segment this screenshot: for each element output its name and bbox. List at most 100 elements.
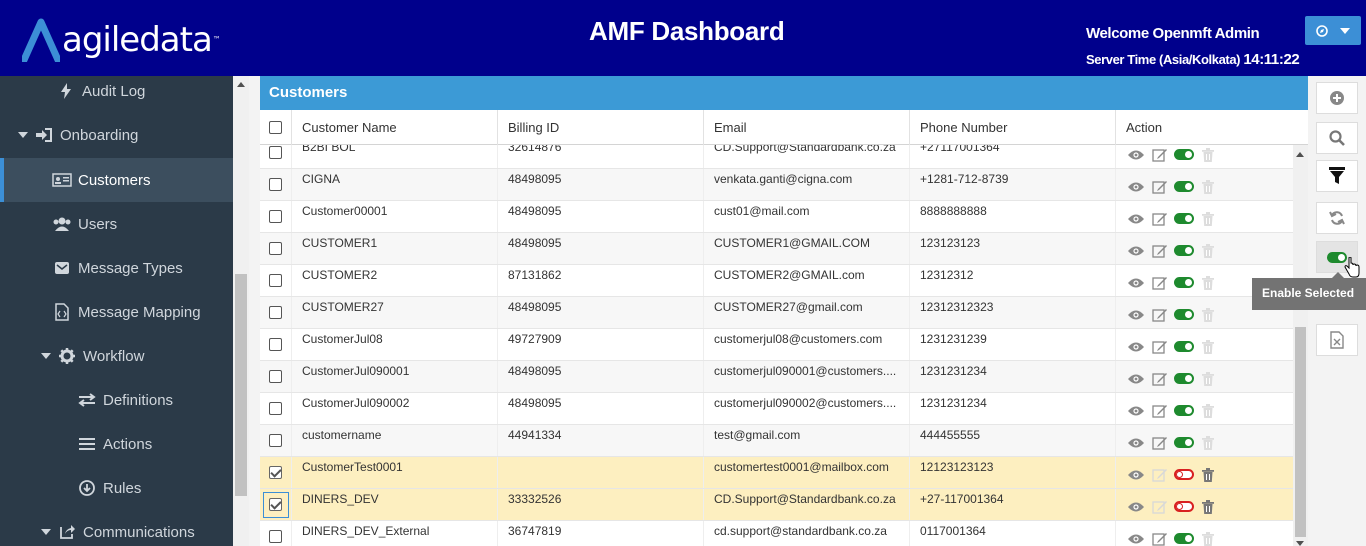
agiledata-logo[interactable]: agiledata™ <box>22 18 221 62</box>
delete-icon[interactable] <box>1198 210 1218 228</box>
column-header-phone-number[interactable]: Phone Number <box>910 110 1116 145</box>
view-icon[interactable] <box>1126 210 1146 228</box>
refresh-button[interactable] <box>1316 202 1358 234</box>
scroll-down-arrow-icon[interactable] <box>1296 541 1304 546</box>
view-icon[interactable] <box>1126 274 1146 292</box>
view-icon[interactable] <box>1126 338 1146 356</box>
view-icon[interactable] <box>1126 242 1146 260</box>
delete-icon[interactable] <box>1198 402 1218 420</box>
row-checkbox-wrapper[interactable] <box>263 172 289 198</box>
row-checkbox[interactable] <box>269 498 282 511</box>
row-checkbox[interactable] <box>269 178 282 191</box>
delete-icon[interactable] <box>1198 242 1218 260</box>
edit-icon[interactable] <box>1150 338 1170 356</box>
export-excel-button[interactable] <box>1316 324 1358 356</box>
row-checkbox[interactable] <box>269 466 282 479</box>
status-toggle-icon[interactable] <box>1174 402 1194 420</box>
table-row[interactable]: Customer00001 48498095 cust01@mail.com 8888… <box>260 201 1293 233</box>
edit-icon[interactable] <box>1150 210 1170 228</box>
delete-icon[interactable] <box>1198 370 1218 388</box>
user-menu-button[interactable] <box>1305 16 1361 45</box>
row-checkbox-wrapper[interactable] <box>263 428 289 454</box>
scroll-up-arrow-icon[interactable] <box>237 82 245 87</box>
view-icon[interactable] <box>1126 530 1146 546</box>
status-toggle-icon[interactable] <box>1174 242 1194 260</box>
scrollbar-thumb[interactable] <box>1295 327 1306 537</box>
sidebar-item-workflow[interactable]: Workflow <box>0 334 233 378</box>
status-toggle-icon[interactable] <box>1174 306 1194 324</box>
row-checkbox-wrapper[interactable] <box>263 300 289 326</box>
view-icon[interactable] <box>1126 370 1146 388</box>
table-row[interactable]: CustomerTest0001 customertest0001@mailbox… <box>260 457 1293 489</box>
edit-icon[interactable] <box>1150 498 1170 516</box>
scroll-up-arrow-icon[interactable] <box>1296 152 1304 157</box>
table-row[interactable]: CustomerJul090001 48498095 customerjul0900… <box>260 361 1293 393</box>
delete-icon[interactable] <box>1198 178 1218 196</box>
table-row[interactable]: B2BI BOL 32614876 CD.Support@Standardbank.… <box>260 145 1293 169</box>
row-checkbox-wrapper[interactable] <box>262 491 289 518</box>
row-checkbox[interactable] <box>269 274 282 287</box>
delete-icon[interactable] <box>1198 498 1218 516</box>
sidebar-item-audit-log[interactable]: Audit Log <box>0 76 233 113</box>
sidebar-item-message-types[interactable]: Message Types <box>0 246 233 290</box>
row-checkbox[interactable] <box>269 210 282 223</box>
add-button[interactable] <box>1316 82 1358 114</box>
table-row[interactable]: CustomerJul08 49727909 customerjul08@custo… <box>260 329 1293 361</box>
row-checkbox[interactable] <box>269 370 282 383</box>
row-checkbox-wrapper[interactable] <box>263 524 289 546</box>
table-row[interactable]: CUSTOMER27 48498095 CUSTOMER27@gmail.com 12… <box>260 297 1293 329</box>
status-toggle-icon[interactable] <box>1174 466 1194 484</box>
view-icon[interactable] <box>1126 146 1146 164</box>
row-checkbox-wrapper[interactable] <box>263 145 289 166</box>
table-row[interactable]: CIGNA 48498095 venkata.ganti@cigna.com +128… <box>260 169 1293 201</box>
edit-icon[interactable] <box>1150 306 1170 324</box>
row-checkbox-wrapper[interactable] <box>263 204 289 230</box>
edit-icon[interactable] <box>1150 370 1170 388</box>
view-icon[interactable] <box>1126 402 1146 420</box>
row-checkbox-wrapper[interactable] <box>263 268 289 294</box>
edit-icon[interactable] <box>1150 274 1170 292</box>
delete-icon[interactable] <box>1198 338 1218 356</box>
delete-icon[interactable] <box>1198 466 1218 484</box>
sidebar-item-onboarding[interactable]: Onboarding <box>0 113 233 157</box>
row-checkbox[interactable] <box>269 338 282 351</box>
delete-icon[interactable] <box>1198 146 1218 164</box>
row-checkbox[interactable] <box>269 530 282 543</box>
sidebar-scrollbar[interactable] <box>233 76 249 546</box>
status-toggle-icon[interactable] <box>1174 146 1194 164</box>
sidebar-item-communications[interactable]: Communications <box>0 510 233 546</box>
scrollbar-thumb[interactable] <box>235 274 247 496</box>
edit-icon[interactable] <box>1150 146 1170 164</box>
status-toggle-icon[interactable] <box>1174 498 1194 516</box>
status-toggle-icon[interactable] <box>1174 530 1194 546</box>
row-checkbox[interactable] <box>269 434 282 447</box>
view-icon[interactable] <box>1126 178 1146 196</box>
sidebar-item-actions[interactable]: Actions <box>0 422 233 466</box>
table-row[interactable]: CustomerJul090002 48498095 customerjul0900… <box>260 393 1293 425</box>
sidebar-item-customers[interactable]: Customers <box>0 158 233 202</box>
status-toggle-icon[interactable] <box>1174 274 1194 292</box>
column-header-email[interactable]: Email <box>704 110 910 145</box>
delete-icon[interactable] <box>1198 274 1218 292</box>
status-toggle-icon[interactable] <box>1174 338 1194 356</box>
sidebar-item-rules[interactable]: Rules <box>0 466 233 510</box>
edit-icon[interactable] <box>1150 242 1170 260</box>
row-checkbox[interactable] <box>269 146 282 159</box>
delete-icon[interactable] <box>1198 434 1218 452</box>
view-icon[interactable] <box>1126 434 1146 452</box>
table-scrollbar[interactable] <box>1293 145 1308 546</box>
edit-icon[interactable] <box>1150 434 1170 452</box>
row-checkbox-wrapper[interactable] <box>263 236 289 262</box>
row-checkbox-wrapper[interactable] <box>263 364 289 390</box>
table-row[interactable]: CUSTOMER2 87131862 CUSTOMER2@GMAIL.com 1231… <box>260 265 1293 297</box>
status-toggle-icon[interactable] <box>1174 434 1194 452</box>
column-header-customer-name[interactable]: Customer Name <box>292 110 498 145</box>
sidebar-item-definitions[interactable]: Definitions <box>0 378 233 422</box>
edit-icon[interactable] <box>1150 530 1170 546</box>
edit-icon[interactable] <box>1150 178 1170 196</box>
delete-icon[interactable] <box>1198 530 1218 546</box>
row-checkbox[interactable] <box>269 242 282 255</box>
sidebar-item-message-mapping[interactable]: Message Mapping <box>0 290 233 334</box>
table-row[interactable]: customername 44941334 test@gmail.com 444455… <box>260 425 1293 457</box>
status-toggle-icon[interactable] <box>1174 178 1194 196</box>
